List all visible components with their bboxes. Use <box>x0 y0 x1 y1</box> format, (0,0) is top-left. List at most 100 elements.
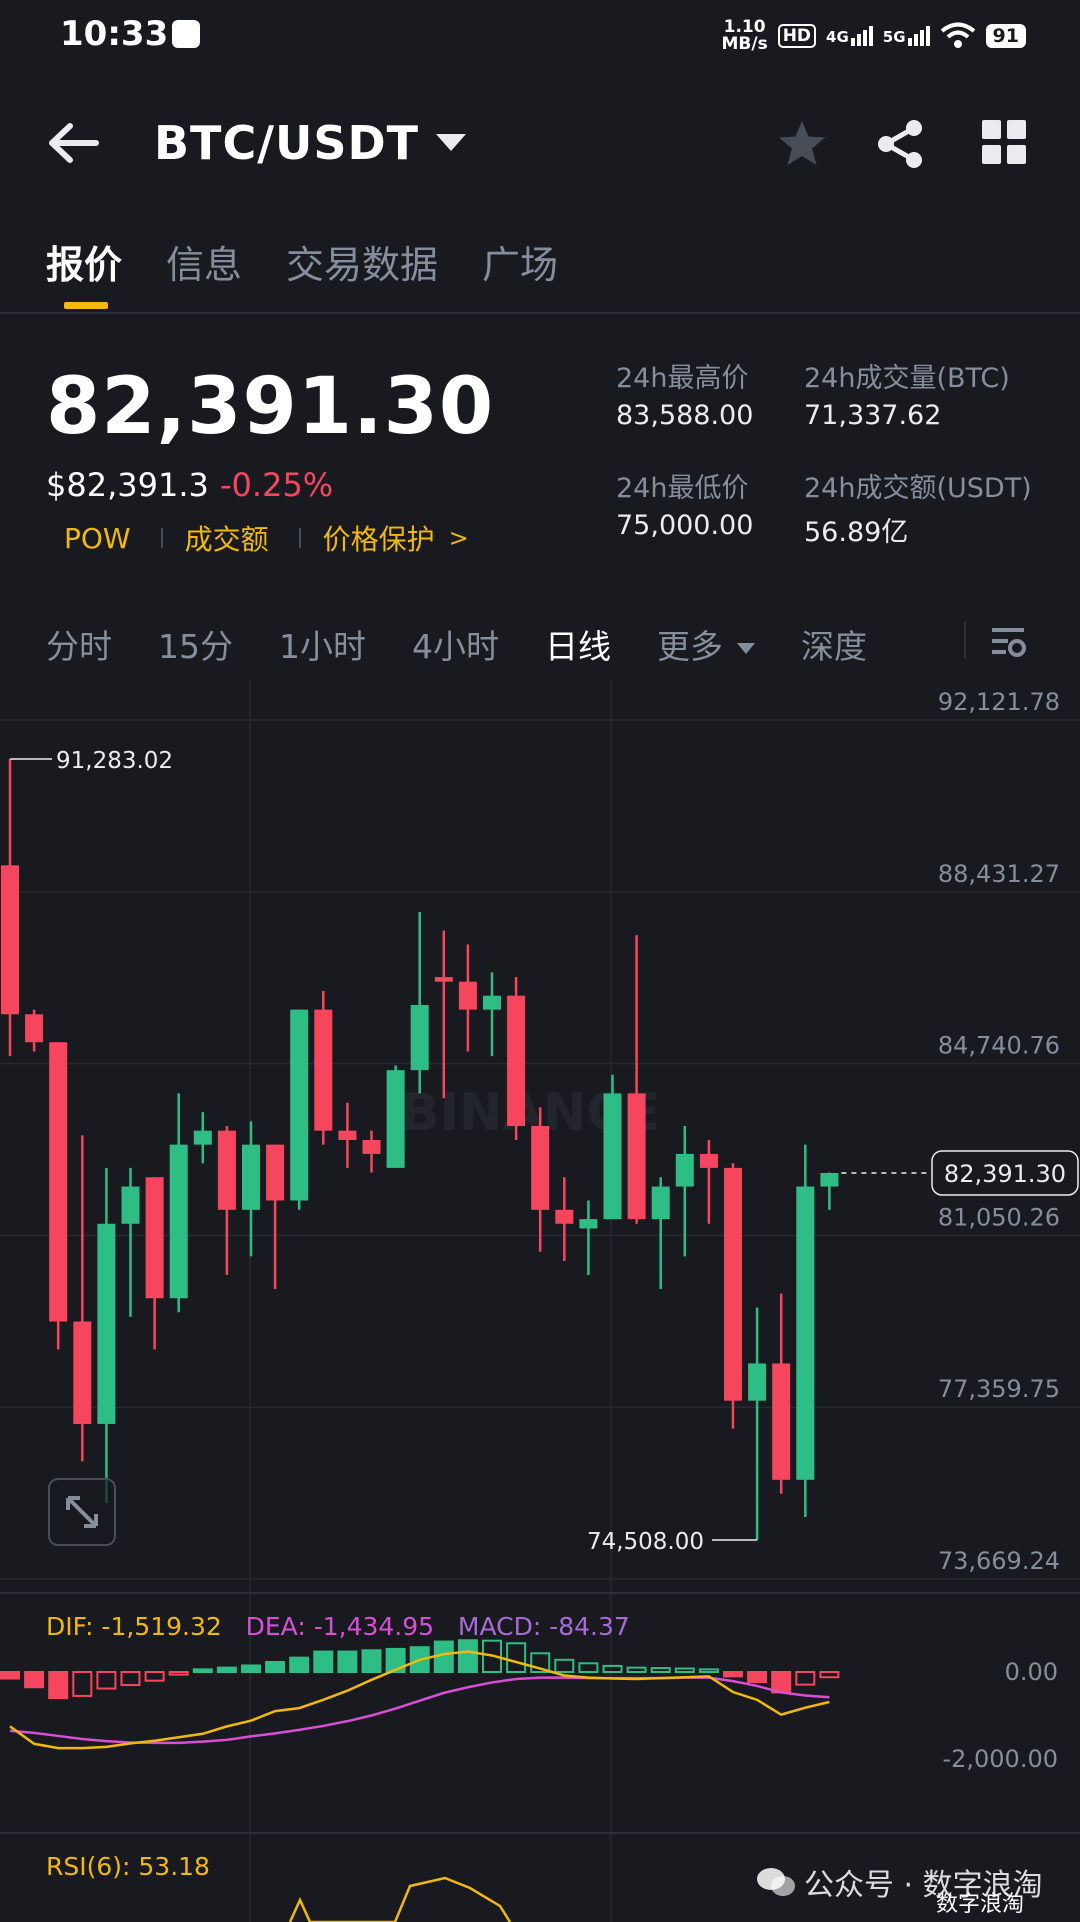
wechat-icon <box>757 1868 795 1896</box>
macd-bar <box>144 1671 165 1682</box>
macd-bar <box>602 1664 623 1673</box>
candle-body <box>820 1172 839 1187</box>
tag-separator <box>298 528 301 548</box>
price-axis-label: 81,050.26 <box>938 1203 1060 1231</box>
macd-bar <box>554 1658 575 1674</box>
hd-icon: HD <box>777 24 817 48</box>
candle-body <box>169 1144 188 1299</box>
tab-trading-data[interactable]: 交易数据 <box>286 234 438 289</box>
macd-bar <box>771 1671 792 1694</box>
page-tabs: 报价 信息 交易数据 广场 <box>46 234 558 289</box>
status-indicators: 1.10 MB/s HD 4G 5G 91 <box>721 16 1026 56</box>
macd-bar <box>457 1639 478 1673</box>
macd-bar <box>48 1671 69 1700</box>
star-icon[interactable] <box>776 118 828 170</box>
interval-4h[interactable]: 4小时 <box>412 620 499 668</box>
candle-body <box>410 1004 429 1071</box>
signal-5g-icon: 5G <box>883 26 930 46</box>
candle-body <box>579 1219 598 1229</box>
candle-body <box>121 1186 140 1224</box>
interval-bar: 分时 15分 1小时 4小时 日线 更多 深度 <box>46 620 913 668</box>
macd-bar <box>24 1671 45 1689</box>
candle-body <box>217 1130 236 1210</box>
macd-dif-label: DIF: -1,519.32 <box>46 1612 222 1641</box>
candle-body <box>362 1139 381 1154</box>
corner-watermark: 数字浪淘 <box>936 1892 1025 1917</box>
stat-low-value: 75,000.00 <box>616 510 754 541</box>
candle-body <box>25 1014 44 1043</box>
candle-body <box>651 1186 670 1220</box>
pair-title[interactable]: BTC/USDT <box>154 116 419 170</box>
price-axis-label: 73,669.24 <box>938 1547 1060 1575</box>
tag-separator <box>160 528 163 548</box>
candle-body <box>796 1186 815 1480</box>
candle-body <box>699 1153 718 1168</box>
macd-bar <box>96 1671 117 1690</box>
candle-body <box>603 1093 622 1220</box>
candle-body <box>748 1363 767 1401</box>
depth-tab[interactable]: 深度 <box>801 620 867 668</box>
price-axis-label: 88,431.27 <box>938 860 1060 888</box>
price-axis-label: 77,359.75 <box>938 1375 1060 1403</box>
price-change-percent: -0.25% <box>220 466 334 504</box>
interval-more[interactable]: 更多 <box>657 620 755 668</box>
stat-vol-usdt-value: 56.89亿 <box>804 517 909 548</box>
stat-high-label: 24h最高价 <box>616 363 749 394</box>
stat-vol-btc-value: 71,337.62 <box>804 400 942 431</box>
last-price: 82,391.30 <box>46 362 495 452</box>
expand-icon[interactable] <box>48 1478 116 1546</box>
chart-settings-icon[interactable] <box>988 622 1028 662</box>
chevron-right-icon[interactable]: > <box>449 524 469 552</box>
candle-body <box>724 1167 742 1401</box>
signal-4g-icon: 4G <box>826 26 873 46</box>
macd-bar <box>698 1668 719 1674</box>
grid-icon[interactable] <box>982 120 1026 164</box>
tab-square[interactable]: 广场 <box>482 234 558 289</box>
tag-price-protection[interactable]: 价格保护 <box>323 518 435 558</box>
divider <box>0 312 1080 314</box>
candle-body <box>49 1042 68 1322</box>
chevron-down-icon[interactable] <box>436 134 466 151</box>
tab-info[interactable]: 信息 <box>166 234 242 289</box>
macd-bar <box>747 1671 768 1684</box>
interval-15m[interactable]: 15分 <box>158 620 233 668</box>
tag-pow[interactable]: POW <box>64 522 131 555</box>
candle-body <box>314 1009 333 1131</box>
battery-icon: 91 <box>985 24 1026 48</box>
interval-timeshare[interactable]: 分时 <box>46 620 112 668</box>
candle-body <box>97 1223 116 1424</box>
app-notification-icon <box>172 20 200 48</box>
chevron-down-icon <box>737 643 755 654</box>
candle-body <box>73 1321 92 1424</box>
stat-vol-btc-label: 24h成交量(BTC) <box>804 363 1010 394</box>
high-marker-label: 91,283.02 <box>56 748 173 774</box>
candle-body <box>266 1144 285 1201</box>
macd-bar <box>674 1667 695 1674</box>
macd-bar <box>337 1650 358 1673</box>
stat-vol-usdt-label: 24h成交额(USDT) <box>804 473 1032 504</box>
price-axis-label: 84,740.76 <box>938 1032 1060 1060</box>
interval-1h[interactable]: 1小时 <box>279 620 366 668</box>
divider <box>964 622 966 658</box>
rsi-line <box>288 1876 512 1922</box>
candlestick-chart[interactable]: BINANCE92,121.7888,431.2784,740.7681,050… <box>0 680 1080 1922</box>
tag-volume[interactable]: 成交额 <box>185 518 269 558</box>
candle-body <box>675 1153 694 1187</box>
macd-bar <box>168 1671 189 1676</box>
usd-price: $82,391.3 <box>46 466 209 504</box>
macd-legend: DIF: -1,519.32 DEA: -1,434.95 MACD: -84.… <box>46 1612 630 1641</box>
back-arrow-icon[interactable] <box>44 118 104 168</box>
candle-body <box>242 1144 260 1210</box>
macd-bar <box>361 1649 382 1673</box>
network-speed: 1.10 MB/s <box>721 17 768 54</box>
candle-body <box>434 977 453 982</box>
candle-body <box>555 1209 574 1224</box>
tab-quote[interactable]: 报价 <box>46 234 122 289</box>
macd-bar <box>265 1660 286 1673</box>
interval-1d[interactable]: 日线 <box>545 620 611 668</box>
macd-axis-label: 0.00 <box>1005 1658 1058 1686</box>
share-icon[interactable] <box>874 118 926 170</box>
macd-bar <box>506 1642 527 1673</box>
stat-low-label: 24h最低价 <box>616 473 749 504</box>
candle-body <box>531 1126 550 1210</box>
